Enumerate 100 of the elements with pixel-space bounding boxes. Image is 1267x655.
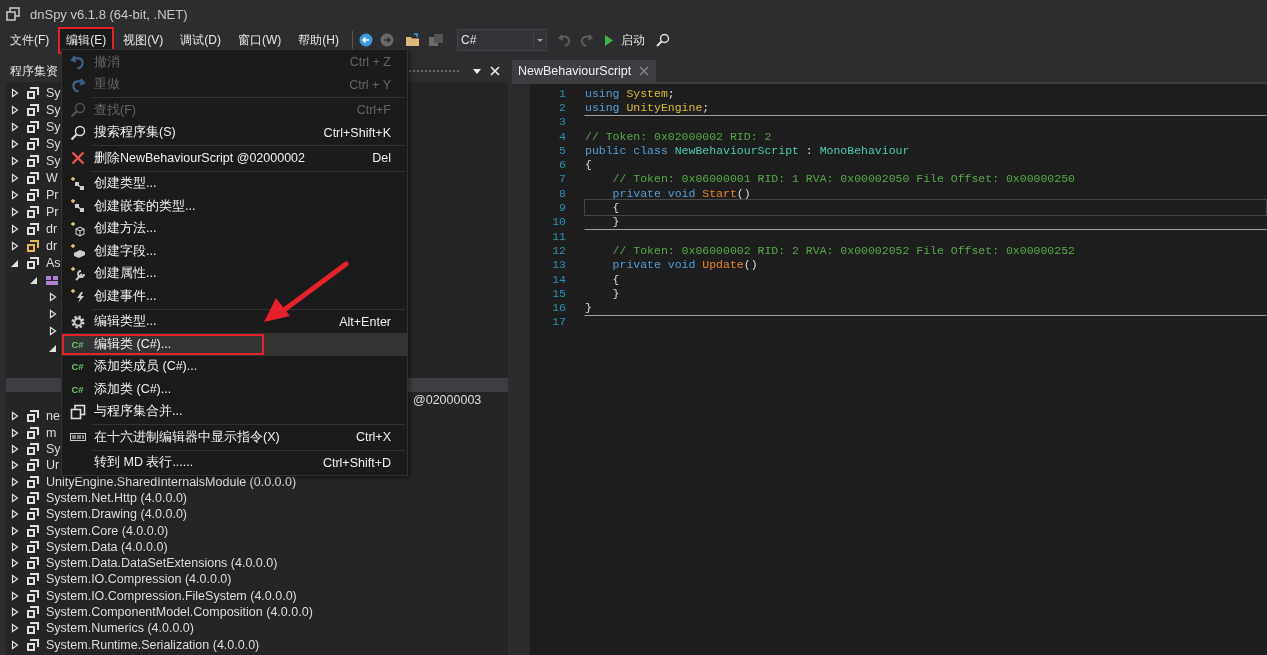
shortcut-text: Del [372, 151, 391, 166]
tree-item[interactable]: dr [46, 238, 58, 253]
app-icon [6, 7, 20, 21]
assembly-icon [26, 187, 40, 202]
back-icon[interactable] [359, 33, 373, 47]
tree-item[interactable]: Sy [46, 136, 61, 151]
menu-item[interactable]: 在十六进制编辑器中显示指令(X) Ctrl+X [62, 426, 407, 449]
language-dropdown[interactable]: C# [457, 29, 547, 51]
menu-item[interactable]: C# 添加类 (C#)... [62, 378, 407, 401]
caret-icon [533, 30, 546, 50]
tree-item[interactable]: As [46, 255, 61, 270]
code-line: using UnityEngine; [585, 100, 710, 114]
tree-item[interactable]: ne [46, 409, 60, 424]
tree-item[interactable]: Sy [46, 85, 61, 100]
assembly-icon [26, 409, 40, 424]
sparkle-block-icon [69, 243, 86, 260]
menu-item[interactable]: 创建方法... [62, 217, 407, 240]
assembly-icon [26, 490, 40, 505]
menu-item[interactable]: 删除NewBehaviourScript @02000002 Del [62, 147, 407, 170]
settings-icon [69, 313, 86, 330]
tree-item[interactable]: m [46, 425, 57, 440]
expander-icon[interactable] [11, 460, 19, 471]
menu-label: 在十六进制编辑器中显示指令(X) [94, 428, 280, 446]
menu-item[interactable]: 转到 MD 表行...... Ctrl+Shift+D [62, 451, 407, 474]
menu-item[interactable]: 创建事件... [62, 285, 407, 308]
menu-label: 创建字段... [94, 242, 157, 260]
expander-icon[interactable] [11, 87, 19, 98]
expander-icon[interactable] [49, 325, 57, 336]
expander-icon[interactable] [11, 623, 19, 634]
tree-item[interactable]: Sy [46, 153, 61, 168]
expander-icon[interactable] [11, 607, 19, 617]
tree-item[interactable]: System.Net.Http (4.0.0.0) [46, 490, 188, 505]
menu-item[interactable]: 文件(F) [2, 26, 58, 54]
panel-title: 程序集资 [10, 62, 58, 80]
folder-icon[interactable] [405, 33, 421, 47]
tree-item[interactable]: System.IO.Compression (4.0.0.0) [46, 572, 232, 587]
expander-icon[interactable] [11, 206, 19, 217]
expander-icon[interactable] [11, 172, 19, 183]
expander-icon[interactable] [11, 411, 19, 422]
menu-item[interactable]: 创建字段... [62, 240, 407, 263]
menu-label: 撤消 [94, 53, 120, 71]
expander-icon[interactable] [11, 104, 19, 115]
expander-icon[interactable] [11, 590, 19, 601]
editor-tab[interactable]: NewBehaviourScript [512, 60, 657, 82]
tree-item[interactable]: Sy [46, 102, 61, 117]
expander-icon[interactable] [11, 189, 19, 200]
menu-item[interactable]: 创建嵌套的类型... [62, 195, 407, 218]
expander-icon[interactable] [11, 138, 19, 149]
tree-item[interactable]: Pr [46, 187, 59, 202]
expander-icon[interactable] [11, 476, 19, 487]
expander-icon[interactable] [11, 525, 19, 536]
expander-icon[interactable] [11, 427, 19, 438]
expander-icon[interactable] [11, 574, 19, 585]
tree-item[interactable]: System.ComponentModel.Composition (4.0.0.0) [46, 605, 313, 619]
start-button[interactable]: 启动 [604, 31, 645, 49]
expander-icon[interactable] [11, 155, 19, 166]
assembly-icon [26, 539, 40, 554]
line-number: 9 [558, 201, 566, 214]
menu-label: 创建方法... [94, 220, 157, 238]
tree-item[interactable]: System.Numerics (4.0.0.0) [46, 621, 194, 636]
menu-item[interactable]: C# 编辑类 (C#)... [62, 333, 407, 356]
menu-item[interactable]: C# 添加类成员 (C#)... [62, 355, 407, 378]
line-number: 1 [558, 86, 566, 100]
tree-item[interactable]: W [46, 170, 58, 185]
expander-icon[interactable] [11, 541, 19, 552]
menu-item[interactable]: 搜索程序集(S) Ctrl+Shift+K [62, 121, 407, 144]
tree-item[interactable]: Sy [46, 119, 61, 134]
tree-item[interactable]: Ur [46, 458, 60, 473]
expander-icon[interactable] [11, 121, 19, 132]
dropdown-icon[interactable] [472, 66, 482, 76]
menu-item[interactable]: 与程序集合并... [62, 400, 407, 423]
menu-item[interactable]: 编辑类型... Alt+Enter [62, 310, 407, 333]
expander-icon[interactable] [11, 509, 19, 520]
code-line: } [612, 215, 620, 229]
play-icon [604, 33, 614, 47]
tree-item[interactable]: UnityEngine.SharedInternalsModule (0.0.0.0) [46, 474, 297, 489]
expander-icon[interactable] [49, 308, 57, 319]
x-icon [70, 151, 85, 166]
expander-icon[interactable] [11, 240, 19, 251]
expander-icon[interactable] [11, 444, 19, 455]
expander-icon[interactable] [11, 492, 19, 503]
tree-item[interactable]: dr [46, 221, 58, 236]
expander-icon[interactable] [11, 223, 19, 234]
tree-item[interactable]: System.Core (4.0.0.0) [46, 523, 169, 538]
menu-item[interactable]: 创建属性... [62, 262, 407, 285]
tree-item[interactable]: Pr [46, 204, 59, 219]
tree-item[interactable]: System.Runtime.Serialization (4.0.0.0) [46, 637, 260, 652]
expander-icon[interactable] [49, 291, 57, 302]
search-icon[interactable] [656, 33, 670, 47]
tree-item[interactable]: System.Data (4.0.0.0) [46, 539, 168, 554]
menu-item[interactable]: 创建类型... [62, 172, 407, 195]
tree-item[interactable]: System.Drawing (4.0.0.0) [46, 507, 188, 522]
tree-item[interactable]: System.IO.Compression.FileSystem (4.0.0.0) [46, 588, 297, 603]
tree-item[interactable]: System.Data.DataSetExtensions (4.0.0.0) [46, 556, 278, 571]
tree-item[interactable]: @02000003 [413, 393, 482, 408]
line-number: 12 [551, 243, 566, 257]
menu-label: 与程序集合并... [94, 403, 183, 421]
tree-item[interactable]: Sy [46, 442, 61, 457]
expander-icon[interactable] [11, 558, 19, 569]
expander-icon[interactable] [11, 639, 19, 650]
